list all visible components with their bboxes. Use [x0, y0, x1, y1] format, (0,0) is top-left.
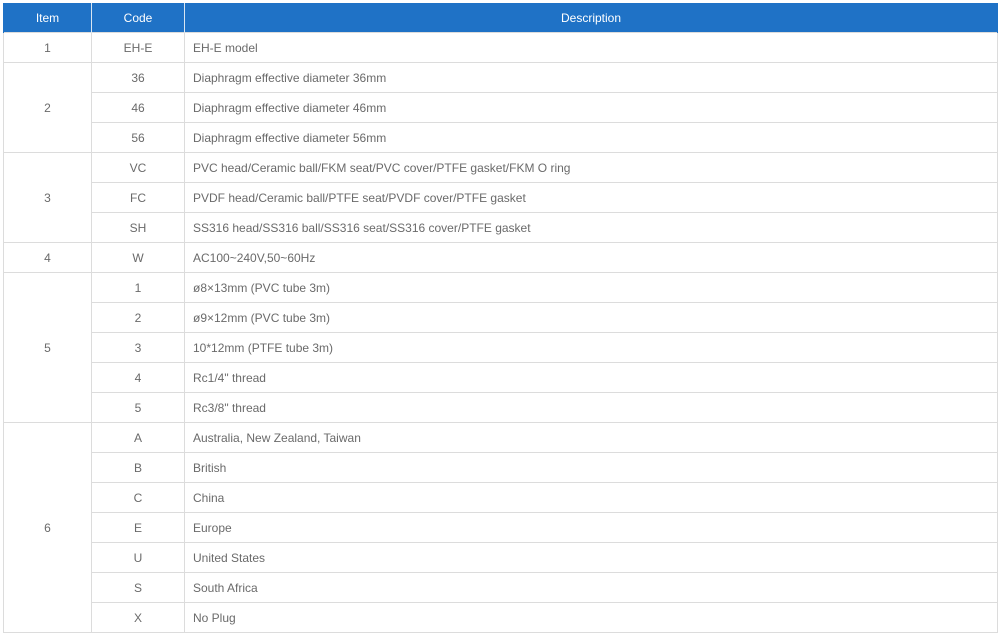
code-cell: VC — [91, 152, 185, 183]
description-cell: No Plug — [184, 602, 998, 633]
header-item: Item — [3, 3, 92, 33]
description-cell: AC100~240V,50~60Hz — [184, 242, 998, 273]
description-cell: 10*12mm (PTFE tube 3m) — [184, 332, 998, 363]
table-row: 3 10*12mm (PTFE tube 3m) — [4, 332, 998, 363]
description-cell: Diaphragm effective diameter 56mm — [184, 122, 998, 153]
item-cell: 1 — [3, 32, 92, 63]
table-row: FC PVDF head/Ceramic ball/PTFE seat/PVDF … — [4, 182, 998, 213]
code-cell: X — [91, 602, 185, 633]
description-cell: SS316 head/SS316 ball/SS316 seat/SS316 c… — [184, 212, 998, 243]
item-cell: 6 — [3, 422, 92, 633]
code-cell: B — [91, 452, 185, 483]
item-cell: 2 — [3, 62, 92, 153]
header-row: Item Code Description — [3, 3, 998, 33]
description-cell: ø8×13mm (PVC tube 3m) — [184, 272, 998, 303]
description-cell: Rc3/8" thread — [184, 392, 998, 423]
model-code-table-container: Item Code Description 1 EH-E EH-E model 2 36… — [3, 3, 998, 633]
table-row: 3 VC PVC head/Ceramic ball/FKM seat/PVC co… — [3, 152, 998, 243]
header-code: Code — [91, 3, 185, 33]
item-cell: 4 — [3, 242, 92, 273]
code-cell: 4 — [91, 362, 185, 393]
description-cell: China — [184, 482, 998, 513]
table-row: 6 A Australia, New Zealand, Taiwan — [3, 422, 998, 633]
table-row: U United States — [4, 542, 998, 573]
item-cell: 5 — [3, 272, 92, 423]
code-cell: 46 — [91, 92, 185, 123]
code-cell: 5 — [91, 392, 185, 423]
table-row: S South Africa — [4, 572, 998, 603]
description-cell: United States — [184, 542, 998, 573]
table-body: 1 EH-E EH-E model 2 36 Diaphragm effective di… — [3, 32, 998, 633]
code-cell: S — [91, 572, 185, 603]
code-cell: U — [91, 542, 185, 573]
description-cell: Diaphragm effective diameter 36mm — [184, 62, 998, 93]
code-cell: A — [91, 422, 185, 453]
code-cell: C — [91, 482, 185, 513]
table-row: 46 Diaphragm effective diameter 46mm — [4, 92, 998, 123]
description-cell: PVDF head/Ceramic ball/PTFE seat/PVDF co… — [184, 182, 998, 213]
table-row: 5 1 ø8×13mm (PVC tube 3m) — [3, 272, 998, 423]
table-row: E Europe — [4, 512, 998, 543]
description-cell: Rc1/4" thread — [184, 362, 998, 393]
code-cell: 2 — [91, 302, 185, 333]
item-cell: 3 — [3, 152, 92, 243]
model-code-table: Item Code Description 1 EH-E EH-E model 2 36… — [3, 3, 998, 633]
code-cell: 1 — [91, 272, 185, 303]
table-row: 5 Rc3/8" thread — [4, 392, 998, 423]
table-row: 1 EH-E EH-E model — [3, 32, 998, 63]
code-cell: 3 — [91, 332, 185, 363]
description-cell: British — [184, 452, 998, 483]
description-cell: ø9×12mm (PVC tube 3m) — [184, 302, 998, 333]
code-cell: 56 — [91, 122, 185, 153]
description-cell: Australia, New Zealand, Taiwan — [184, 422, 998, 453]
code-cell: FC — [91, 182, 185, 213]
code-cell: E — [91, 512, 185, 543]
description-cell: EH-E model — [184, 32, 998, 63]
table-row: C China — [4, 482, 998, 513]
description-cell: Europe — [184, 512, 998, 543]
table-row: X No Plug — [4, 602, 998, 633]
code-cell: SH — [91, 212, 185, 243]
header-description: Description — [184, 3, 998, 33]
table-row: SH SS316 head/SS316 ball/SS316 seat/SS316… — [4, 212, 998, 243]
table-row: 2 ø9×12mm (PVC tube 3m) — [4, 302, 998, 333]
table-row: 4 Rc1/4" thread — [4, 362, 998, 393]
description-cell: PVC head/Ceramic ball/FKM seat/PVC cover… — [184, 152, 998, 183]
table-header: Item Code Description — [3, 3, 998, 33]
table-row: 56 Diaphragm effective diameter 56mm — [4, 122, 998, 153]
description-cell: Diaphragm effective diameter 46mm — [184, 92, 998, 123]
table-row: 4 W AC100~240V,50~60Hz — [3, 242, 998, 273]
description-cell: South Africa — [184, 572, 998, 603]
code-cell: EH-E — [91, 32, 185, 63]
code-cell: 36 — [91, 62, 185, 93]
table-row: 2 36 Diaphragm effective diameter 36mm — [3, 62, 998, 153]
table-row: B British — [4, 452, 998, 483]
code-cell: W — [91, 242, 185, 273]
